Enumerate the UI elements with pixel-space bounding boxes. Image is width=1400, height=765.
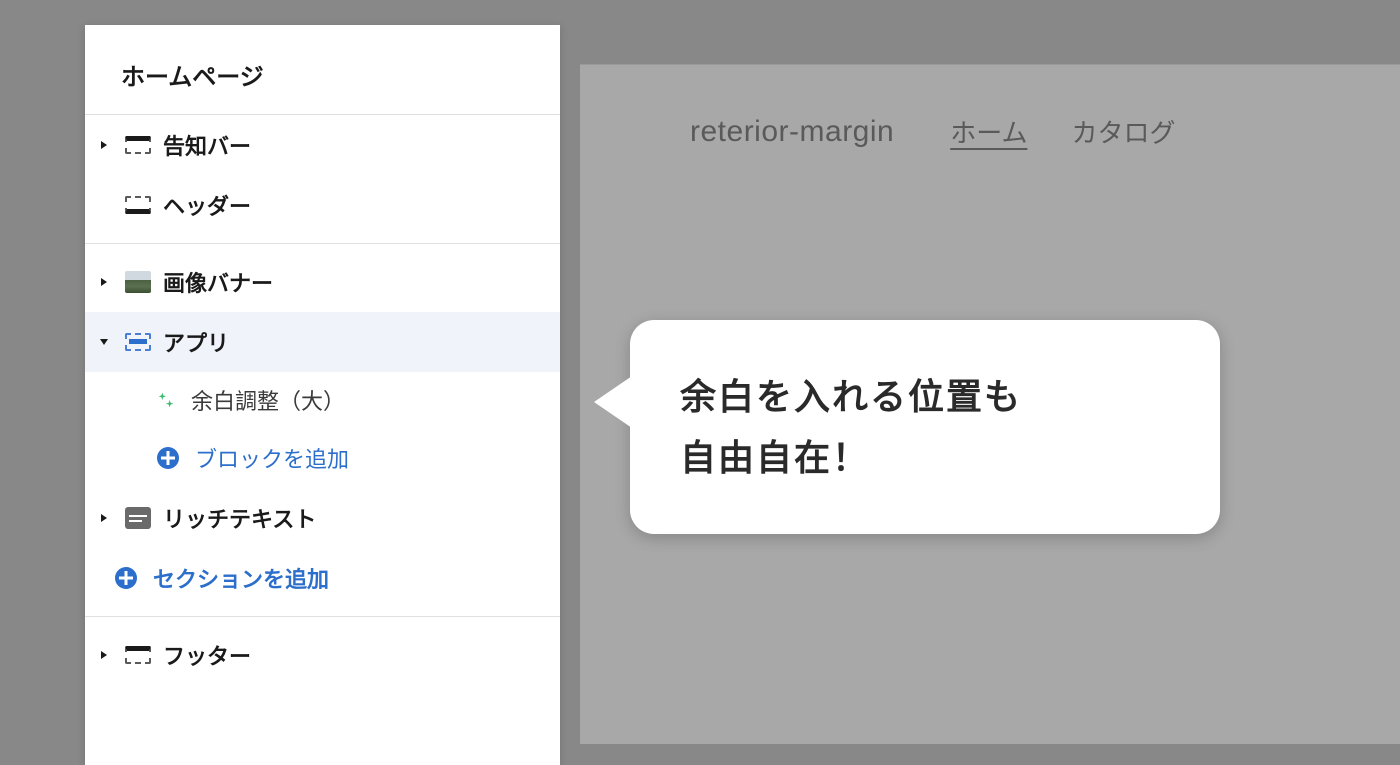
section-label: ヘッダー: [163, 189, 251, 221]
nav-item-home[interactable]: ホーム: [950, 113, 1027, 150]
plus-circle-icon: [155, 445, 181, 471]
preview-nav: ホーム カタログ: [950, 113, 1175, 150]
add-block-label: ブロックを追加: [195, 442, 349, 474]
divider: [85, 616, 560, 617]
preview-header: reterior-margin ホーム カタログ: [580, 65, 1400, 198]
chevron-right-icon: [95, 273, 113, 291]
callout-bubble: 余白を入れる位置も 自由自在！: [630, 320, 1220, 534]
dashed-box-top-icon: [123, 133, 153, 157]
chevron-right-icon: [95, 509, 113, 527]
sparkle-icon: [155, 389, 177, 411]
callout-line2: 自由自在！: [680, 437, 870, 478]
divider: [85, 243, 560, 244]
add-block-button[interactable]: ブロックを追加: [145, 428, 560, 488]
dashed-box-bottom-icon: [123, 193, 153, 217]
add-section-label: セクションを追加: [153, 562, 329, 594]
plus-circle-icon: [113, 565, 139, 591]
section-image-banner[interactable]: 画像バナー: [85, 252, 560, 312]
text-box-icon: [123, 506, 153, 530]
sidebar-title: ホームページ: [85, 25, 560, 115]
section-label: リッチテキスト: [163, 502, 316, 534]
section-label: 告知バー: [163, 129, 251, 161]
chevron-right-icon: [95, 136, 113, 154]
block-margin-adjust[interactable]: 余白調整（大）: [145, 372, 560, 428]
section-footer[interactable]: フッター: [85, 625, 560, 685]
section-header[interactable]: ヘッダー: [85, 175, 560, 235]
chevron-down-icon: [95, 333, 113, 351]
section-label: 画像バナー: [163, 266, 273, 298]
block-label: 余白調整（大）: [191, 384, 345, 416]
app-sub-items: 余白調整（大） ブロックを追加: [145, 372, 560, 488]
section-label: アプリ: [163, 326, 229, 358]
callout-text: 余白を入れる位置も 自由自在！: [680, 366, 1170, 488]
nav-item-catalog[interactable]: カタログ: [1071, 113, 1175, 150]
dashed-box-top-icon: [123, 643, 153, 667]
section-rich-text[interactable]: リッチテキスト: [85, 488, 560, 548]
image-thumb-icon: [123, 270, 153, 294]
preview-logo[interactable]: reterior-margin: [690, 115, 894, 149]
dashed-box-blue-icon: [123, 330, 153, 354]
section-announcement-bar[interactable]: 告知バー: [85, 115, 560, 175]
section-label: フッター: [163, 639, 251, 671]
sidebar-panel: ホームページ 告知バー ヘッダー 画像バナー アプリ: [85, 25, 560, 765]
callout-line1: 余白を入れる位置も: [680, 376, 1022, 417]
add-section-button[interactable]: セクションを追加: [85, 548, 560, 608]
chevron-right-icon: [95, 646, 113, 664]
section-app[interactable]: アプリ: [85, 312, 560, 372]
